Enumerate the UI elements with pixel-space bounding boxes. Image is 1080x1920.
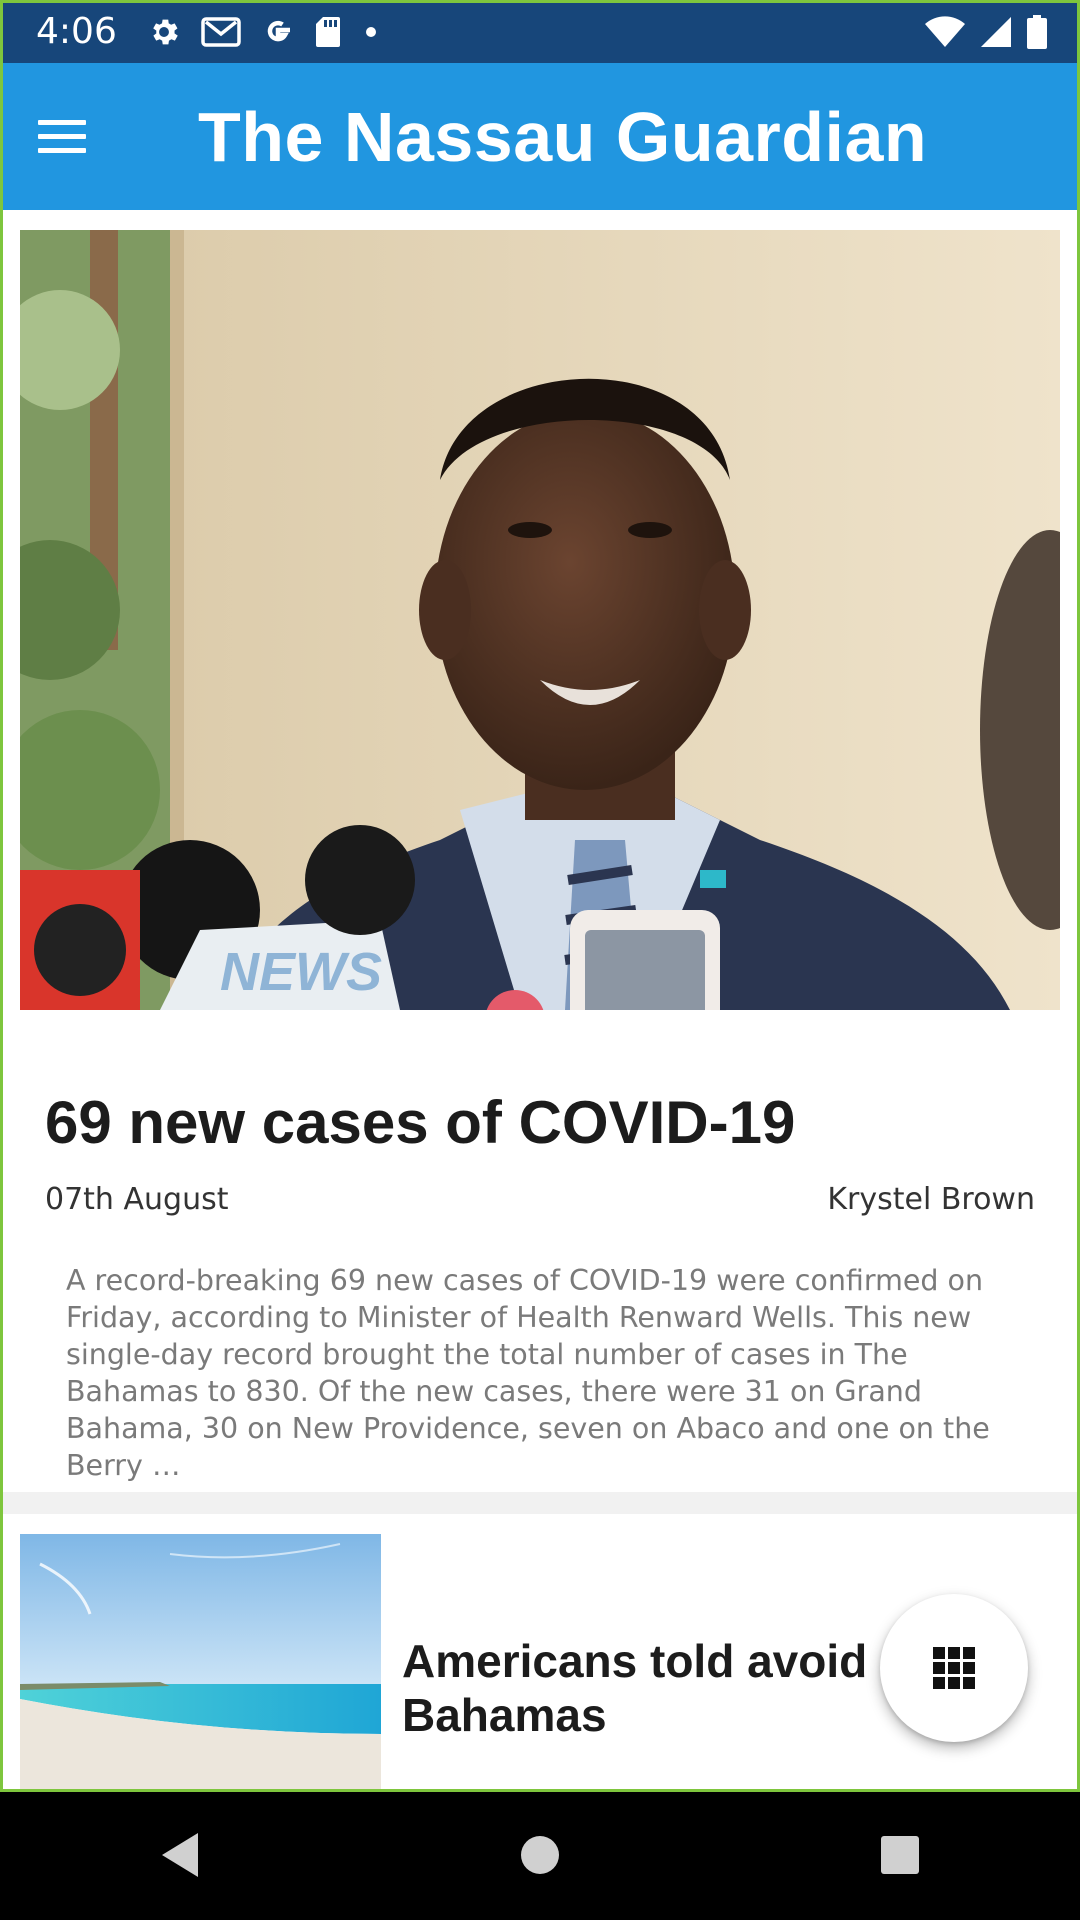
article-list[interactable]: NEWS 69 new cases of COVID-19 07th Augus… — [0, 210, 1080, 1790]
status-icons-left — [147, 15, 381, 49]
article-date: 07th August — [45, 1182, 229, 1217]
article-thumbnail[interactable] — [20, 1534, 381, 1790]
status-icons-right — [924, 14, 1048, 50]
article-author: Krystel Brown — [827, 1182, 1035, 1217]
sd-card-icon — [315, 16, 341, 48]
notification-dot-icon — [361, 22, 381, 42]
back-triangle-icon[interactable] — [135, 1810, 225, 1900]
article-excerpt: A record-breaking 69 new cases of COVID-… — [66, 1264, 990, 1482]
article-headline[interactable]: Americans told avoid Bahamas — [402, 1634, 882, 1742]
battery-icon — [1026, 14, 1048, 50]
google-icon — [261, 15, 295, 49]
article-card[interactable]: NEWS 69 new cases of COVID-19 07th Augus… — [0, 210, 1080, 1492]
recents-square-icon[interactable] — [855, 1810, 945, 1900]
hamburger-menu-icon[interactable] — [38, 102, 108, 172]
status-bar: 4:06 — [0, 0, 1080, 63]
wifi-icon — [924, 15, 966, 48]
gmail-icon — [201, 16, 241, 48]
svg-text:NEWS: NEWS — [220, 942, 382, 1002]
home-circle-icon[interactable] — [495, 1810, 585, 1900]
grid-apps-icon[interactable] — [880, 1594, 1028, 1742]
status-time: 4:06 — [36, 11, 117, 52]
cell-signal-icon — [980, 16, 1012, 48]
app-bar: The Nassau Guardian — [0, 63, 1080, 210]
app-title: The Nassau Guardian — [198, 97, 928, 176]
navigation-bar — [0, 1790, 1080, 1920]
settings-gear-icon — [147, 15, 181, 49]
article-headline[interactable]: 69 new cases of COVID-19 — [45, 1088, 795, 1157]
article-hero-image[interactable]: NEWS — [20, 230, 1060, 1010]
